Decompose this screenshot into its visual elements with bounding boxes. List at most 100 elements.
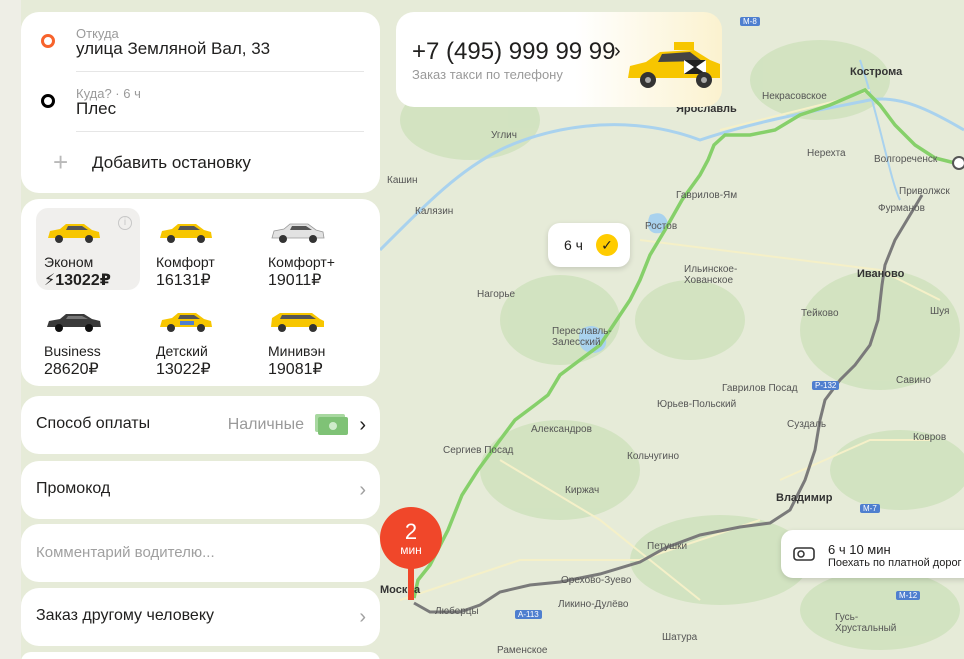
promo-label: Промокод xyxy=(36,480,111,497)
phone-order-card[interactable]: +7 (495) 999 99 99 › Заказ такси по теле… xyxy=(396,12,722,107)
tariff-name: Детский xyxy=(156,343,208,359)
taxi-car-icon xyxy=(628,42,720,88)
map-label: Сергиев Посад xyxy=(443,445,514,456)
map-label: Шуя xyxy=(930,306,950,317)
phone-number: +7 (495) 999 99 99 xyxy=(412,38,616,65)
map-label: Ильинское-Хованское xyxy=(684,264,738,286)
map-label: Фурманов xyxy=(878,203,925,214)
map-label: Суздаль xyxy=(787,419,827,430)
road-badge: М-8 xyxy=(740,17,760,26)
map-label: Гаврилов-Ям xyxy=(676,190,738,201)
map-label: Савино xyxy=(896,375,931,386)
road-badge: M-7 xyxy=(860,504,880,513)
tariff-minivan[interactable]: Минивэн 19081₽ xyxy=(260,297,364,379)
route-card: Откуда улица Земляной Вал, 33 Куда? · 6 … xyxy=(21,12,380,193)
map-label: Ликино-Дулёво xyxy=(558,599,629,610)
driver-comment-field[interactable]: Комментарий водителю... xyxy=(21,524,380,582)
destination-marker-icon[interactable] xyxy=(952,156,964,170)
map-label: Калязин xyxy=(415,206,454,217)
toll-road-card[interactable]: 6 ч 10 мин Поехать по платной дорог xyxy=(781,530,964,578)
tariff-selector: i Эконом ⚡13022₽ Комфорт 16131₽ Комфорт+… xyxy=(21,199,380,386)
tariff-name: Business xyxy=(44,343,101,359)
route-eta-text: 6 ч xyxy=(564,237,583,253)
map-label: Волгореченск xyxy=(874,154,938,165)
map-label: Петушки xyxy=(647,541,688,552)
map-label: Тейково xyxy=(801,308,839,319)
tariff-business[interactable]: Business 28620₽ xyxy=(36,297,140,379)
tariff-price: 16131₽ xyxy=(156,272,211,289)
plus-icon[interactable]: + xyxy=(53,149,68,175)
map-label: Раменское xyxy=(497,645,548,656)
check-icon: ✓ xyxy=(596,234,618,256)
tariff-comfort-plus[interactable]: Комфорт+ 19011₽ xyxy=(260,208,364,290)
tariff-price: 19011₽ xyxy=(268,272,322,289)
map-label: Нагорье xyxy=(477,289,516,300)
map-label: Юрьев-Польский xyxy=(657,399,737,410)
divider xyxy=(76,71,364,72)
pickup-eta-value: 2 xyxy=(404,519,418,544)
economy-car-icon xyxy=(48,224,100,243)
map-label: Люберцы xyxy=(435,606,479,617)
map-label: Кашин xyxy=(387,175,418,186)
map-label: Кострома xyxy=(850,66,903,78)
map-label: Москва xyxy=(380,584,421,596)
tariff-price: 19081₽ xyxy=(268,361,323,378)
comfort-car-icon xyxy=(160,224,212,243)
kids-car-icon xyxy=(160,313,212,332)
promo-code-row[interactable]: Промокод › xyxy=(21,461,380,519)
comment-placeholder: Комментарий водителю... xyxy=(36,544,215,561)
chevron-right-icon: › xyxy=(359,414,366,436)
map-label: Гусь-Хрустальный xyxy=(835,612,897,634)
phone-subtitle: Заказ такси по телефону xyxy=(412,67,563,82)
tariff-name: Комфорт xyxy=(156,254,215,270)
map-label: Ростов xyxy=(645,221,678,232)
map-label: Некрасовское xyxy=(762,91,827,102)
tariff-name: Комфорт+ xyxy=(268,254,335,270)
map-label: Александров xyxy=(531,424,592,435)
pickup-eta-unit: мин xyxy=(400,543,422,557)
order-for-other-row[interactable]: Заказ другому человеку › xyxy=(21,588,380,646)
divider xyxy=(76,131,364,132)
business-car-icon xyxy=(47,314,101,332)
route-eta-bubble[interactable]: 6 ч ✓ xyxy=(548,223,630,267)
to-field[interactable]: Плес xyxy=(76,99,116,119)
toll-text: Поехать по платной дорог xyxy=(828,557,962,569)
tariff-price: 13022₽ xyxy=(156,361,211,378)
tariff-name: Минивэн xyxy=(268,343,326,359)
map-label: Нерехта xyxy=(807,148,846,159)
origin-dot-icon xyxy=(41,34,55,48)
pickup-pin[interactable]: 2 мин xyxy=(380,507,442,569)
map-label: Киржач xyxy=(565,485,600,496)
minivan-icon xyxy=(271,313,324,332)
add-stop-button[interactable]: Добавить остановку xyxy=(92,153,251,173)
chevron-right-icon: › xyxy=(359,479,366,501)
payment-label: Способ оплаты xyxy=(36,415,151,432)
map-label: Переславль-Залесский xyxy=(552,326,612,348)
map-label: Шатура xyxy=(662,632,698,643)
map-label: Владимир xyxy=(776,492,833,504)
tariff-comfort[interactable]: Комфорт 16131₽ xyxy=(148,208,252,290)
toll-icon xyxy=(793,547,815,561)
tariff-kids[interactable]: Детский 13022₽ xyxy=(148,297,252,379)
road-badge: Р-132 xyxy=(812,381,840,390)
cash-icon xyxy=(315,414,348,435)
tariff-economy[interactable]: i Эконом ⚡13022₽ xyxy=(36,208,140,290)
other-person-label: Заказ другому человеку xyxy=(36,607,214,624)
chevron-right-icon: › xyxy=(359,606,366,628)
tariff-price: ⚡13022₽ xyxy=(44,272,111,289)
map-label: Углич xyxy=(491,130,517,141)
pickup-pin-stem xyxy=(408,566,414,600)
tariff-price: 28620₽ xyxy=(44,361,99,378)
toll-time: 6 ч 10 мин xyxy=(828,542,891,557)
road-badge: M-12 xyxy=(896,591,921,600)
map-label: Гаврилов Посад xyxy=(722,383,798,394)
next-option-row xyxy=(21,652,380,659)
map-label: Кольчугино xyxy=(627,451,680,462)
from-field[interactable]: улица Земляной Вал, 33 xyxy=(76,39,270,59)
info-icon[interactable]: i xyxy=(118,216,132,230)
map-label: Иваново xyxy=(857,268,905,280)
map-label: Орехово-Зуево xyxy=(561,575,632,586)
tariff-name: Эконом xyxy=(44,254,94,270)
destination-dot-icon xyxy=(41,94,55,108)
payment-method-row[interactable]: Способ оплаты Наличные › xyxy=(21,396,380,454)
